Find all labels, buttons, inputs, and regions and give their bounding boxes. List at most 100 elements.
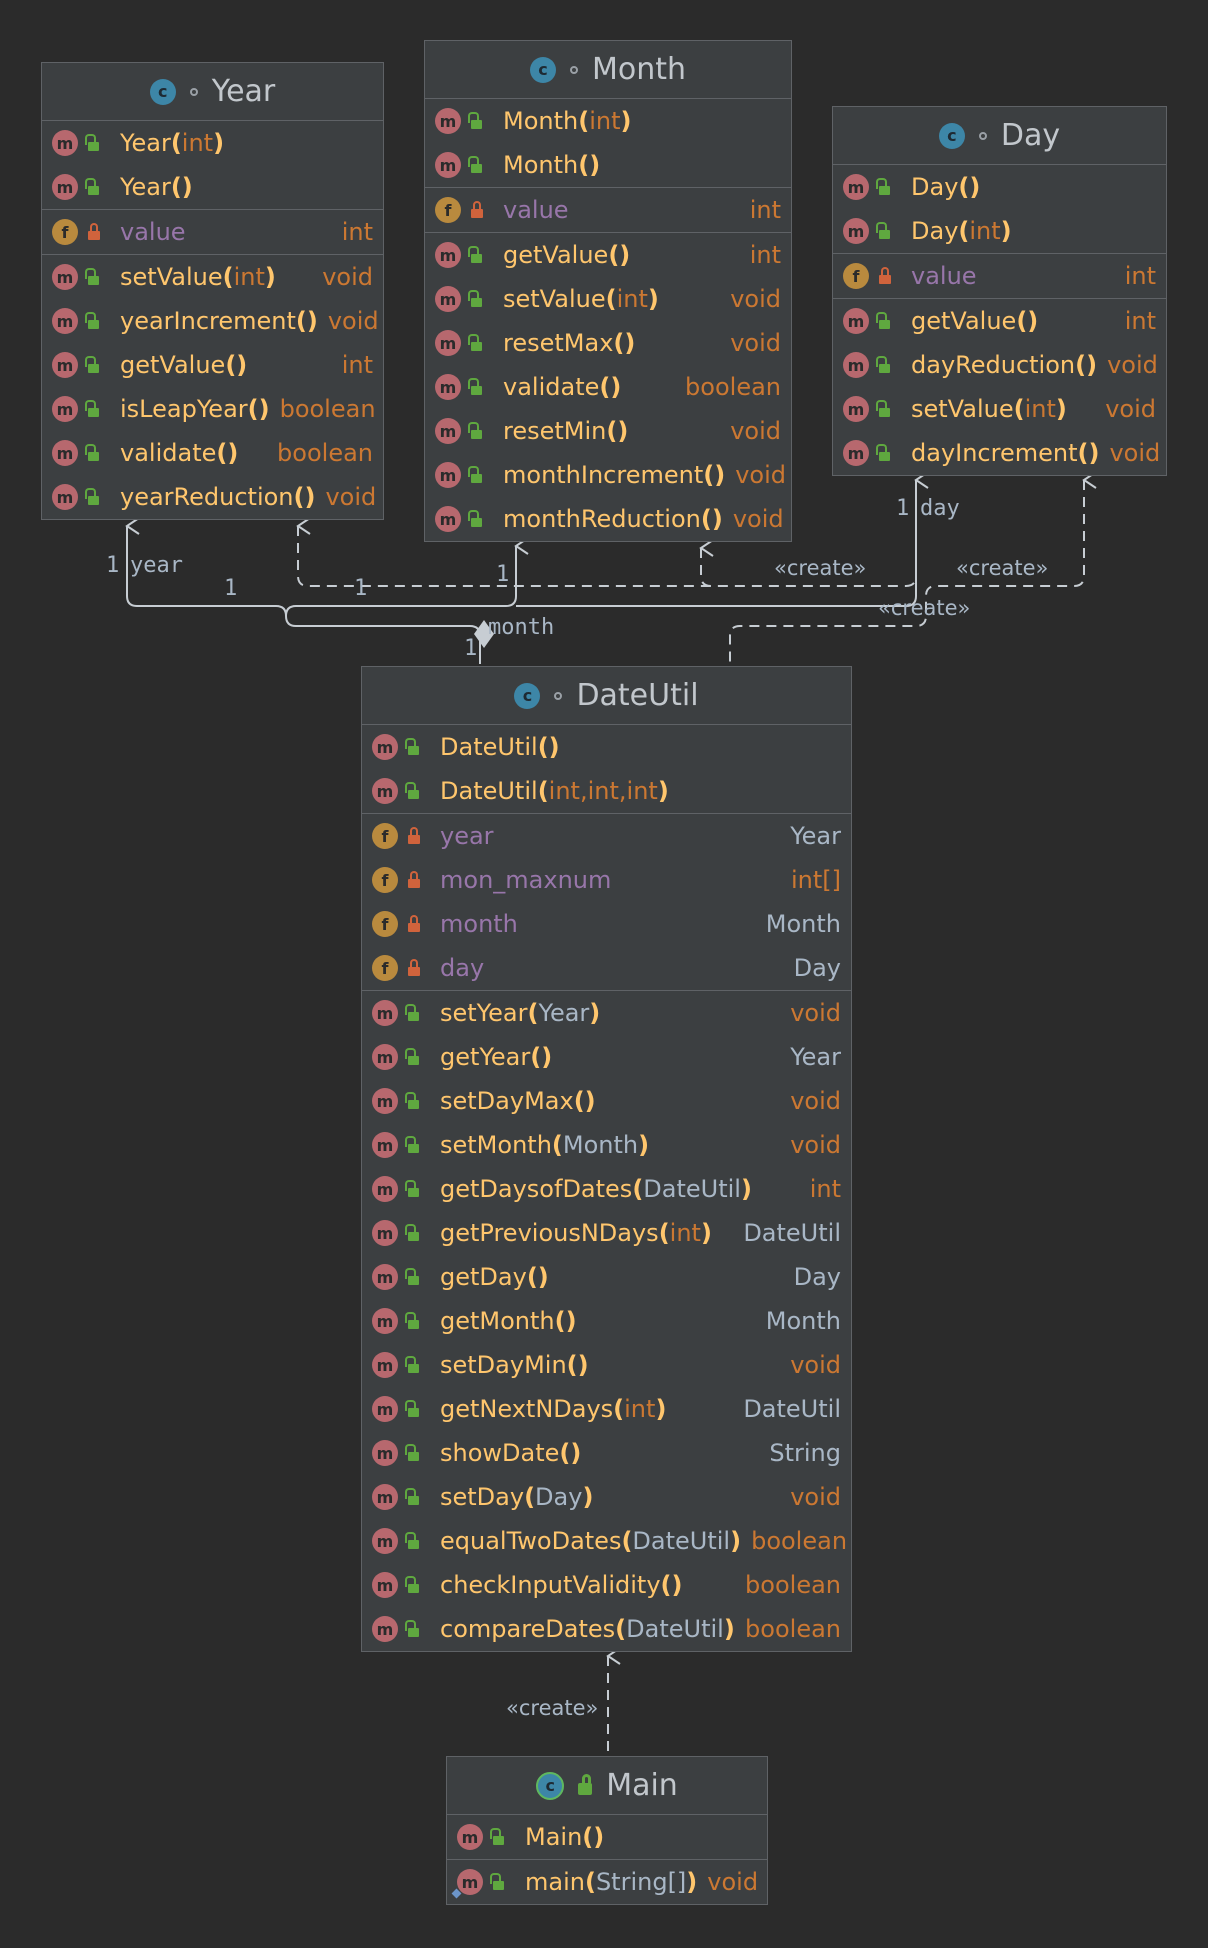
method-month[interactable]: m Month(int): [425, 99, 791, 143]
method-year-reduction[interactable]: m yearReduction() void: [42, 475, 383, 519]
paren: (: [608, 241, 620, 269]
class-day[interactable]: c Day m Day() m Day(int) f value int m getValue() i…: [832, 106, 1167, 476]
method-date-util[interactable]: m DateUtil(int, int, int): [362, 769, 851, 813]
method-set-month[interactable]: m setMonth(Month) void: [362, 1123, 851, 1167]
method-get-previous-ndays[interactable]: m getPreviousNDays(int) DateUtil: [362, 1211, 851, 1255]
class-main[interactable]: c Main m Main() m main(String[]) void: [446, 1756, 768, 1905]
paren: (: [573, 1087, 585, 1115]
field-value[interactable]: f value int: [425, 188, 791, 232]
paren: (: [613, 1395, 625, 1423]
method-check-input-validity[interactable]: m checkInputValidity() boolean: [362, 1563, 851, 1607]
method-get-daysof-dates[interactable]: m getDaysofDates(DateUtil) int: [362, 1167, 851, 1211]
method-set-value[interactable]: m setValue(int) void: [833, 387, 1166, 431]
return-type: int[]: [790, 866, 841, 894]
method-icon: m: [372, 1528, 398, 1554]
field-icon: f: [435, 197, 461, 223]
method-year[interactable]: m Year(): [42, 165, 383, 209]
method-get-next-ndays[interactable]: m getNextNDays(int) DateUtil: [362, 1387, 851, 1431]
method-icon: m: [52, 130, 78, 156]
method-reset-min[interactable]: m resetMin() void: [425, 409, 791, 453]
paren: (: [170, 129, 182, 157]
member-name: setDayMax: [440, 1087, 574, 1115]
method-icon: m: [372, 1044, 398, 1070]
method-equal-two-dates[interactable]: m equalTwoDates(DateUtil) boolean: [362, 1519, 851, 1563]
member-name: day: [440, 954, 485, 982]
paren: (: [703, 461, 715, 489]
public-access-icon: [467, 418, 491, 444]
method-main[interactable]: m main(String[]) void: [447, 1860, 767, 1904]
method-set-value[interactable]: m setValue(int) void: [42, 255, 383, 299]
paren: (: [615, 1615, 627, 1643]
param-separator: ,: [618, 777, 627, 805]
member-name: compareDates: [440, 1615, 616, 1643]
method-set-value[interactable]: m setValue(int) void: [425, 277, 791, 321]
return-type: int: [809, 1175, 841, 1203]
paren: (: [559, 1439, 571, 1467]
method-validate[interactable]: m validate() boolean: [425, 365, 791, 409]
paren: (: [1077, 439, 1089, 467]
method-icon: m: [372, 1132, 398, 1158]
class-dateutil[interactable]: c DateUtil m DateUtil() m DateUtil(int, int, …: [361, 666, 852, 1652]
class-title: Main: [606, 1768, 678, 1803]
field-day[interactable]: f day Day: [362, 946, 851, 990]
public-access-icon: [404, 1308, 428, 1334]
member-name: DateUtil: [440, 777, 538, 805]
method-day[interactable]: m Day(): [833, 165, 1166, 209]
method-date-util[interactable]: m DateUtil(): [362, 725, 851, 769]
member-section: m DateUtil() m DateUtil(int, int, int): [362, 725, 851, 814]
return-type: void: [1105, 395, 1156, 423]
member-section: m getValue() int m dayReduction() void m setVal…: [833, 299, 1166, 475]
method-day-increment[interactable]: m dayIncrement() void: [833, 431, 1166, 475]
method-get-value[interactable]: m getValue() int: [42, 343, 383, 387]
member-section: f value int: [425, 188, 791, 233]
day-multiplicity: 1: [896, 496, 910, 521]
method-set-day-max[interactable]: m setDayMax() void: [362, 1079, 851, 1123]
method-main[interactable]: m Main(): [447, 1815, 767, 1859]
method-icon: m: [52, 264, 78, 290]
field-mon-maxnum[interactable]: f mon_maxnum int[]: [362, 858, 851, 902]
method-get-month[interactable]: m getMonth() Month: [362, 1299, 851, 1343]
paren: (: [958, 217, 970, 245]
field-month[interactable]: f month Month: [362, 902, 851, 946]
method-set-day[interactable]: m setDay(Day) void: [362, 1475, 851, 1519]
public-access-icon: [84, 264, 108, 290]
paren: ): [264, 263, 276, 291]
method-show-date[interactable]: m showDate() String: [362, 1431, 851, 1475]
field-value[interactable]: f value int: [42, 210, 383, 254]
method-get-value[interactable]: m getValue() int: [833, 299, 1166, 343]
method-month-increment[interactable]: m monthIncrement() void: [425, 453, 791, 497]
method-validate[interactable]: m validate() boolean: [42, 431, 383, 475]
method-month-reduction[interactable]: m monthReduction() void: [425, 497, 791, 541]
method-year[interactable]: m Year(int): [42, 121, 383, 165]
class-header: c Year: [42, 63, 383, 121]
return-type: Year: [790, 822, 841, 850]
member-section: m getValue() int m setValue(int) void m resetMa…: [425, 233, 791, 541]
method-day[interactable]: m Day(int): [833, 209, 1166, 253]
edge-month-association: [285, 537, 529, 617]
class-title: Month: [591, 52, 687, 87]
return-type: void: [322, 263, 373, 291]
class-month[interactable]: c Month m Month(int) m Month() f value int m getVa…: [424, 40, 792, 542]
method-set-day-min[interactable]: m setDayMin() void: [362, 1343, 851, 1387]
method-day-reduction[interactable]: m dayReduction() void: [833, 343, 1166, 387]
method-get-day[interactable]: m getDay() Day: [362, 1255, 851, 1299]
method-year-increment[interactable]: m yearIncrement() void: [42, 299, 383, 343]
field-value[interactable]: f value int: [833, 254, 1166, 298]
member-name: getMonth: [440, 1307, 555, 1335]
field-icon: f: [372, 955, 398, 981]
method-compare-dates[interactable]: m compareDates(DateUtil) boolean: [362, 1607, 851, 1651]
class-year[interactable]: c Year m Year(int) m Year() f value int m setValue…: [41, 62, 384, 520]
field-year[interactable]: f year Year: [362, 814, 851, 858]
method-set-year[interactable]: m setYear(Year) void: [362, 991, 851, 1035]
public-access-icon: [875, 440, 899, 466]
paren: ): [969, 173, 981, 201]
member-name: getDay: [440, 1263, 527, 1291]
method-month[interactable]: m Month(): [425, 143, 791, 187]
public-access-icon: [467, 286, 491, 312]
method-icon: m: [435, 152, 461, 178]
paren: ): [584, 1087, 596, 1115]
method-reset-max[interactable]: m resetMax() void: [425, 321, 791, 365]
method-get-value[interactable]: m getValue() int: [425, 233, 791, 277]
method-is-leap-year[interactable]: m isLeapYear() boolean: [42, 387, 383, 431]
method-get-year[interactable]: m getYear() Year: [362, 1035, 851, 1079]
